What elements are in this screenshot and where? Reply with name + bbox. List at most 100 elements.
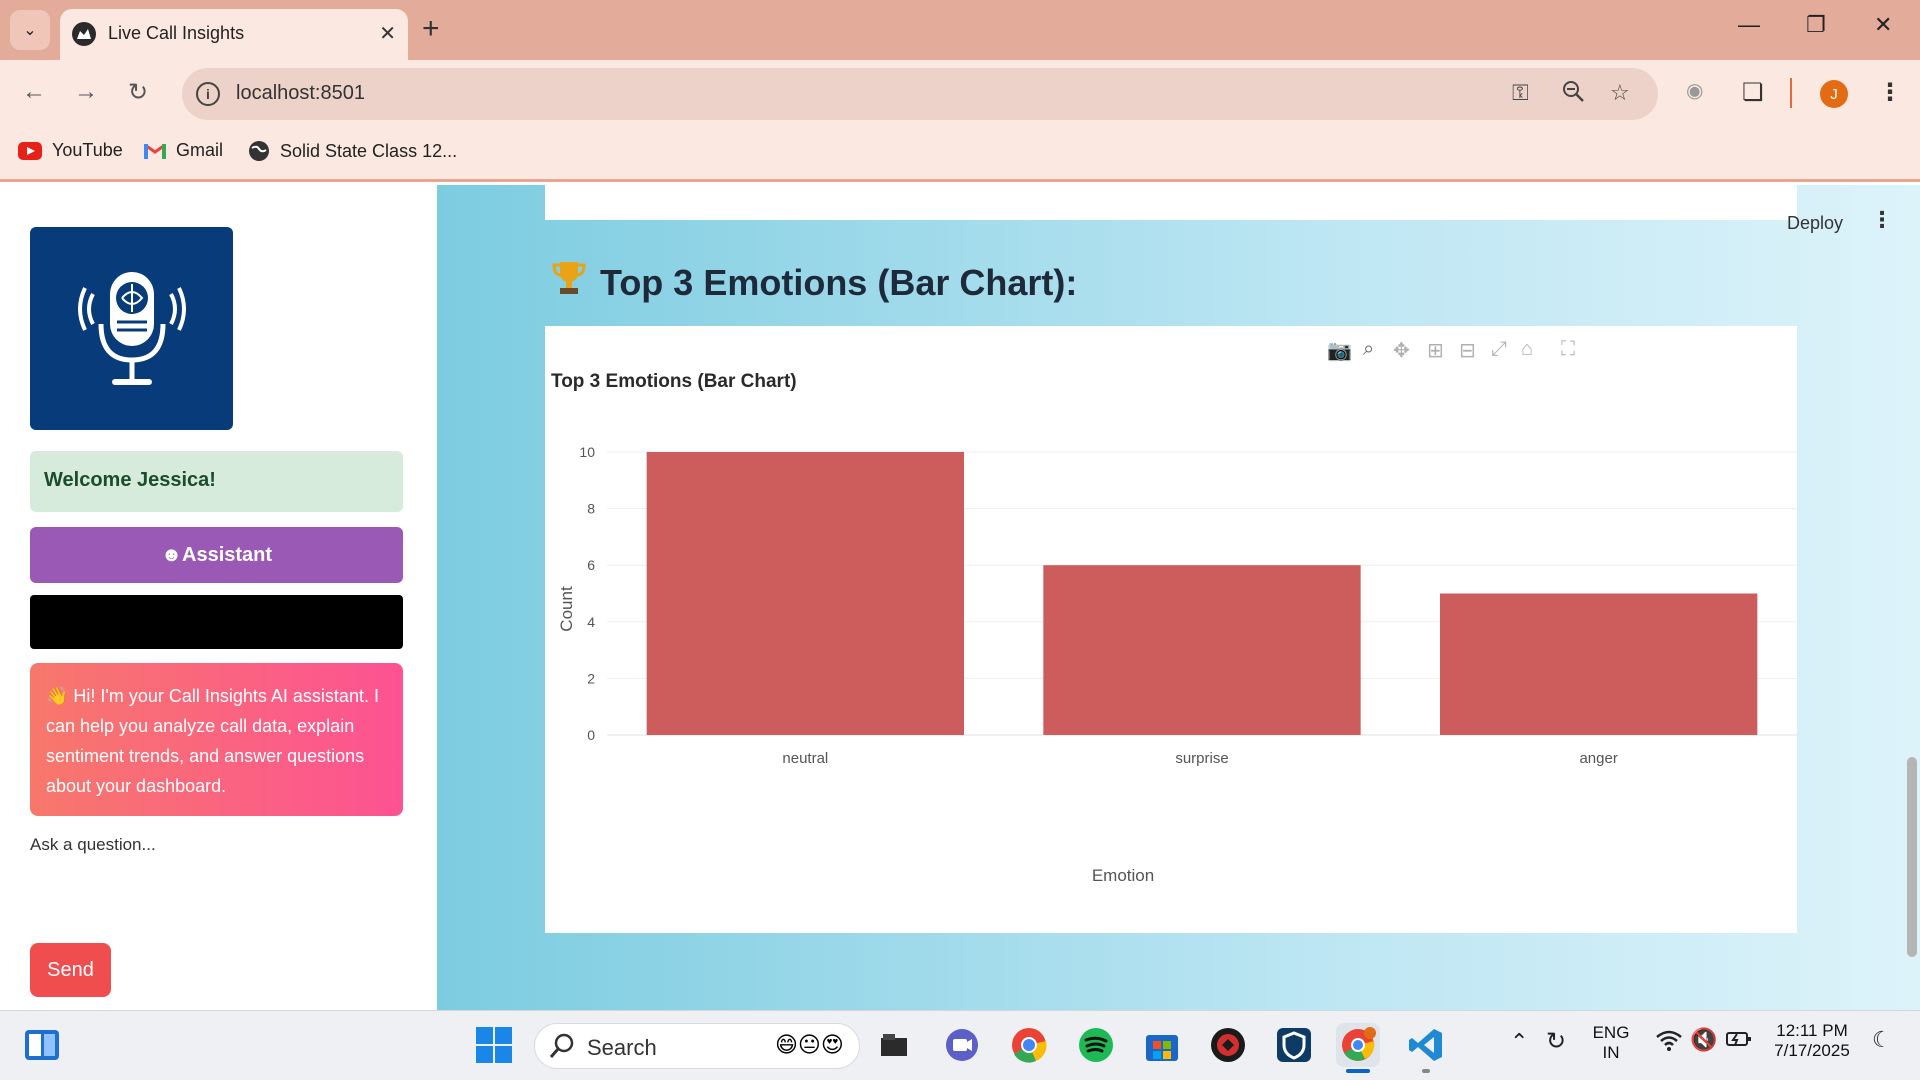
bar-anger[interactable]: [1440, 593, 1758, 736]
bookmark-label: Solid State Class 12...: [280, 140, 458, 161]
open-app-indicator: [1422, 1069, 1430, 1073]
volume-muted-icon[interactable]: 🔇: [1690, 1027, 1717, 1053]
address-bar[interactable]: i localhost:8501 ⚿ ☆: [182, 68, 1658, 120]
welcome-banner: Welcome Jessica!: [30, 451, 403, 512]
chat-history-bar: [30, 595, 403, 649]
globe-icon: [248, 140, 270, 162]
app-logo: [30, 227, 233, 430]
y-tick-label: 8: [587, 501, 595, 517]
send-button[interactable]: Send: [30, 943, 111, 997]
teams-chat-icon[interactable]: [940, 1023, 984, 1067]
tab-strip: ⌄ Live Call Insights ✕ + — ❐ ✕: [0, 0, 1920, 60]
emoji-highlight-icon: 😄😐😍: [775, 1032, 844, 1057]
assistant-button[interactable]: ☻Assistant: [30, 527, 403, 583]
bookmark-gmail[interactable]: Gmail: [144, 140, 223, 161]
wifi-icon[interactable]: [1656, 1029, 1682, 1056]
back-arrow-icon[interactable]: ←: [22, 78, 46, 106]
app-menu-icon[interactable]: ⋮: [1871, 207, 1893, 233]
y-tick-label: 10: [579, 444, 595, 460]
security-app-icon[interactable]: [1206, 1023, 1250, 1067]
microsoft-store-icon[interactable]: [1140, 1023, 1184, 1067]
file-explorer-icon[interactable]: [872, 1023, 916, 1067]
deploy-button[interactable]: Deploy: [1787, 213, 1843, 234]
start-windows-icon[interactable]: [472, 1023, 516, 1067]
section-title: Top 3 Emotions (Bar Chart):: [600, 261, 1078, 303]
new-tab-plus-icon[interactable]: +: [422, 12, 440, 46]
bookmark-label: YouTube: [52, 140, 123, 160]
microphone-brain-icon: [77, 271, 186, 385]
page-scrollbar[interactable]: [1907, 757, 1917, 957]
tab-search-button[interactable]: ⌄: [10, 10, 50, 50]
y-tick-label: 4: [587, 614, 595, 630]
bookmark-solid-state[interactable]: Solid State Class 12...: [248, 140, 457, 162]
x-tick-label: anger: [1579, 750, 1617, 767]
spotify-icon[interactable]: [1074, 1023, 1118, 1067]
widgets-icon[interactable]: [20, 1023, 64, 1067]
language-indicator[interactable]: ENG IN: [1588, 1023, 1634, 1063]
app-sidebar: Welcome Jessica! ☻Assistant 👋 Hi! I'm yo…: [0, 185, 437, 1010]
windows-taskbar: Search 😄😐😍 ⌃ ↻ ENG IN 🔇 12:11 PM 7/17/20…: [0, 1010, 1920, 1080]
site-info-icon[interactable]: i: [196, 82, 220, 106]
url-text[interactable]: localhost:8501: [236, 82, 365, 105]
bookmarks-bar: YouTube Gmail Solid State Class 12...: [0, 128, 1920, 182]
x-tick-label: surprise: [1175, 750, 1228, 767]
bar-surprise[interactable]: [1043, 565, 1361, 735]
sync-icon[interactable]: ↻: [1546, 1027, 1566, 1056]
browser-toolbar: ← → ↻ i localhost:8501 ⚿ ☆ ◉ ❏ ⋮: [0, 60, 1920, 128]
bookmark-star-icon[interactable]: ☆: [1610, 80, 1630, 106]
x-tick-label: neutral: [782, 750, 828, 767]
bookmark-youtube[interactable]: YouTube: [18, 140, 123, 161]
extension-blob-icon[interactable]: ◉: [1686, 78, 1703, 103]
y-tick-label: 0: [587, 727, 595, 743]
active-app-indicator: [1346, 1069, 1370, 1073]
x-axis-title: Emotion: [1092, 866, 1154, 885]
window-close-icon[interactable]: ✕: [1874, 12, 1892, 38]
tray-chevron-up-icon[interactable]: ⌃: [1510, 1029, 1528, 1055]
notifications-moon-icon[interactable]: ☾: [1872, 1027, 1892, 1053]
forward-arrow-icon[interactable]: →: [74, 78, 98, 106]
y-tick-label: 6: [587, 557, 595, 573]
chrome-profile-taskbar-icon[interactable]: [1336, 1023, 1380, 1067]
vscode-icon[interactable]: [1404, 1023, 1448, 1067]
bookmark-label: Gmail: [176, 140, 224, 160]
battery-charging-icon[interactable]: [1726, 1029, 1752, 1054]
taskbar-search[interactable]: Search 😄😐😍: [534, 1023, 860, 1069]
reload-icon[interactable]: ↻: [128, 78, 148, 107]
language-code: ENG: [1592, 1023, 1630, 1042]
vpn-shield-icon[interactable]: [1272, 1023, 1316, 1067]
ask-question-input[interactable]: Ask a question...: [30, 835, 156, 855]
search-placeholder: Search: [587, 1035, 657, 1060]
extensions-puzzle-icon[interactable]: ❏: [1742, 78, 1764, 107]
browser-menu-icon[interactable]: ⋮: [1878, 78, 1902, 107]
zoom-icon[interactable]: [1562, 80, 1584, 108]
toolbar-divider: [1790, 78, 1792, 108]
tab-live-call-insights[interactable]: Live Call Insights ✕: [60, 9, 408, 60]
region-code: IN: [1602, 1043, 1620, 1062]
clock[interactable]: 12:11 PM 7/17/2025: [1768, 1021, 1856, 1061]
y-tick-label: 2: [587, 670, 595, 686]
profile-avatar[interactable]: J: [1820, 80, 1848, 108]
chart-card: 📷 ⌕ ✥ ⊞ ⊟ ⤢ ⌂ ⛶ Top 3 Emotions (Bar Char…: [545, 326, 1797, 933]
chevron-down-icon: ⌄: [23, 22, 37, 39]
key-icon[interactable]: ⚿: [1512, 80, 1529, 106]
clock-date: 7/17/2025: [1774, 1041, 1850, 1060]
previous-card-bottom: [545, 185, 1797, 220]
search-icon: [549, 1032, 577, 1065]
emotions-bar-chart: Top 3 Emotions (Bar Chart) 0 2 4 6 8 10 neutra…: [551, 371, 1797, 885]
trophy-icon: [552, 260, 586, 305]
youtube-icon: [18, 141, 42, 160]
y-axis-title: Count: [557, 586, 576, 632]
bar-neutral[interactable]: [646, 452, 964, 735]
chrome-icon[interactable]: [1007, 1023, 1051, 1067]
chart-title: Top 3 Emotions (Bar Chart): [551, 371, 797, 392]
gmail-icon: [144, 142, 166, 159]
tab-title: Live Call Insights: [108, 23, 245, 43]
clock-time: 12:11 PM: [1776, 1021, 1848, 1040]
streamlit-favicon-icon: [72, 22, 96, 46]
close-icon[interactable]: ✕: [379, 21, 396, 46]
minimize-icon[interactable]: —: [1738, 12, 1760, 38]
assistant-message: 👋 Hi! I'm your Call Insights AI assistan…: [30, 663, 403, 816]
section-heading: Top 3 Emotions (Bar Chart):: [552, 260, 1077, 305]
main-content: Deploy ⋮ Top 3 Emotions (Bar Chart): 📷 ⌕…: [437, 185, 1920, 1010]
restore-icon[interactable]: ❐: [1806, 12, 1826, 38]
